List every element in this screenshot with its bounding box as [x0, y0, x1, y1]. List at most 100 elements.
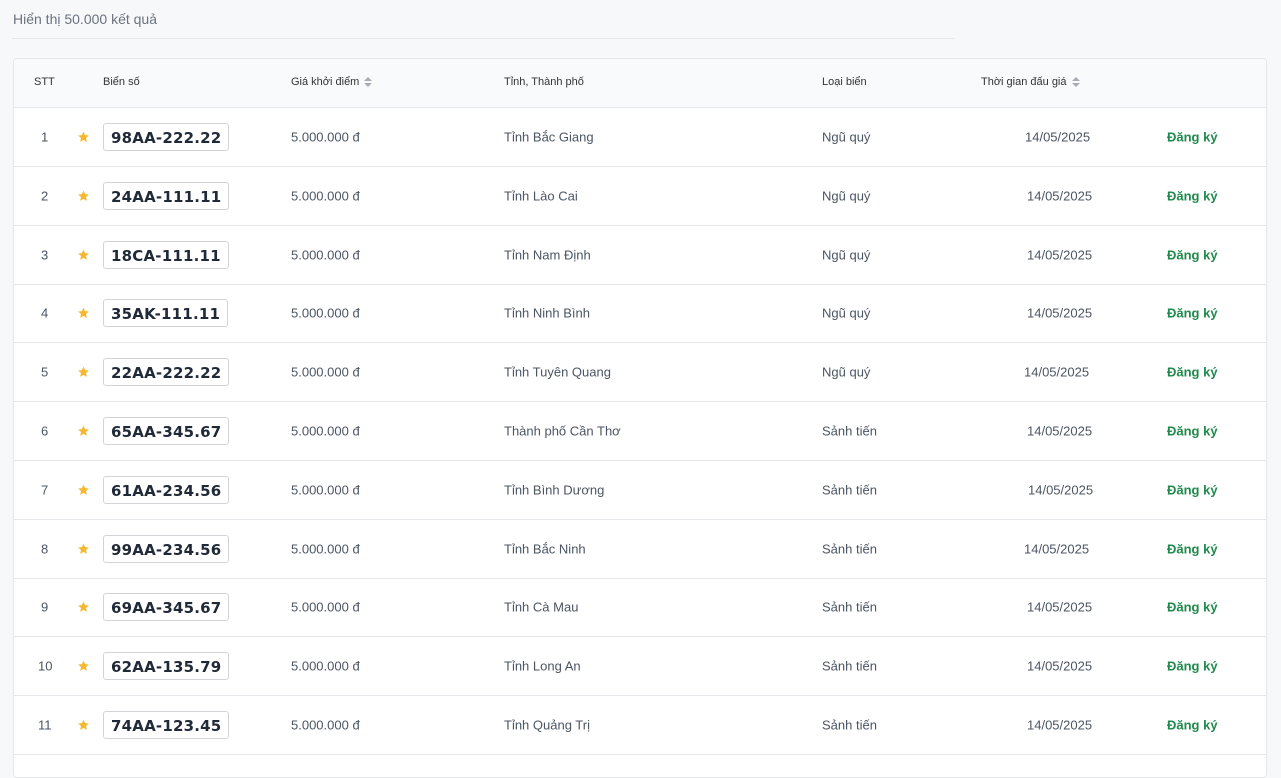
row-auction-time: 14/05/2025 — [1025, 129, 1091, 145]
row-province: Tỉnh Tuyên Quang — [504, 364, 611, 380]
row-province: Tỉnh Ninh Bình — [504, 305, 590, 321]
row-province: Thành phố Cần Thơ — [504, 423, 621, 439]
sort-icon[interactable] — [364, 77, 373, 87]
row-plate-type: Sảnh tiến — [822, 658, 877, 674]
row-plate-type: Sảnh tiến — [822, 717, 877, 733]
star-icon[interactable] — [77, 248, 90, 261]
row-stt: 4 — [41, 305, 49, 321]
row-price: 5.000.000 đ — [291, 247, 360, 263]
register-link[interactable]: Đăng ký — [1167, 365, 1218, 380]
star-icon[interactable] — [77, 601, 90, 614]
row-auction-time: 14/05/2025 — [1027, 305, 1093, 321]
row-stt: 2 — [41, 188, 49, 204]
row-plate-type: Sảnh tiến — [822, 541, 877, 557]
register-link[interactable]: Đăng ký — [1167, 600, 1218, 615]
row-auction-time: 14/05/2025 — [1027, 423, 1093, 439]
header-price-label: Giá khởi điểm — [291, 76, 360, 88]
row-province: Tỉnh Long An — [504, 658, 581, 674]
star-icon[interactable] — [77, 366, 90, 379]
star-icon[interactable] — [77, 542, 90, 555]
register-link[interactable]: Đăng ký — [1167, 424, 1218, 439]
table-row: 9 69AA-345.67 5.000.000 đ Tỉnh Cà Mau Sảnh t… — [14, 578, 1266, 638]
table-row: 10 62AA-135.79 5.000.000 đ Tỉnh Long An Sảnh… — [14, 637, 1266, 697]
register-link[interactable]: Đăng ký — [1167, 306, 1218, 321]
sort-icon[interactable] — [1071, 77, 1080, 87]
table-header: STT Biển số Giá khởi điểm Tỉnh, Thành ph… — [14, 59, 1266, 108]
table-row: 3 18CA-111.11 5.000.000 đ Tỉnh Nam Định Ngũ … — [14, 226, 1266, 285]
register-link[interactable]: Đăng ký — [1167, 247, 1218, 262]
register-link[interactable]: Đăng ký — [1167, 188, 1218, 203]
license-plate: 69AA-345.67 — [103, 593, 230, 622]
row-auction-time: 14/05/2025 — [1027, 188, 1093, 204]
row-auction-time: 14/05/2025 — [1027, 717, 1093, 733]
register-link[interactable]: Đăng ký — [1167, 659, 1218, 674]
table-row: 8 99AA-234.56 5.000.000 đ Tỉnh Bắc Ninh Sảnh… — [14, 520, 1266, 579]
row-price: 5.000.000 đ — [291, 423, 360, 439]
row-plate-type: Sảnh tiến — [822, 423, 877, 439]
result-summary-bar: Hiển thị 50.000 kết quả — [12, 0, 954, 39]
table-row: 6 65AA-345.67 5.000.000 đ Thành phố Cần Thơ… — [14, 402, 1266, 461]
license-plate: 65AA-345.67 — [103, 417, 230, 445]
row-plate-type: Ngũ quý — [822, 364, 871, 380]
row-stt: 8 — [41, 541, 49, 557]
header-province: Tỉnh, Thành phố — [504, 76, 584, 88]
row-province: Tỉnh Bắc Ninh — [504, 541, 586, 557]
license-plate: 22AA-222.22 — [103, 358, 230, 387]
register-link[interactable]: Đăng ký — [1167, 541, 1218, 556]
row-province: Tỉnh Lào Cai — [504, 188, 578, 204]
row-auction-time: 14/05/2025 — [1024, 541, 1090, 557]
row-stt: 9 — [41, 599, 49, 615]
row-price: 5.000.000 đ — [291, 541, 360, 557]
star-icon[interactable] — [77, 660, 90, 673]
star-icon[interactable] — [77, 483, 90, 496]
license-plate: 98AA-222.22 — [103, 123, 230, 151]
table-row: 4 35AK-111.11 5.000.000 đ Tỉnh Ninh Bình Ngũ… — [14, 284, 1266, 344]
row-price: 5.000.000 đ — [291, 305, 360, 321]
row-price: 5.000.000 đ — [291, 658, 360, 674]
row-auction-time: 14/05/2025 — [1027, 247, 1093, 263]
star-icon[interactable] — [77, 719, 90, 732]
row-stt: 7 — [41, 482, 49, 498]
row-price: 5.000.000 đ — [291, 129, 360, 145]
row-auction-time: 14/05/2025 — [1027, 658, 1093, 674]
register-link[interactable]: Đăng ký — [1167, 130, 1218, 145]
row-stt: 10 — [38, 658, 53, 674]
header-plate: Biển số — [103, 76, 140, 88]
row-price: 5.000.000 đ — [291, 482, 360, 498]
auction-table: STT Biển số Giá khởi điểm Tỉnh, Thành ph… — [13, 58, 1267, 778]
row-stt: 5 — [41, 364, 49, 380]
table-row: 2 24AA-111.11 5.000.000 đ Tỉnh Lào Cai Ngũ q… — [14, 167, 1266, 226]
header-price[interactable]: Giá khởi điểm — [291, 76, 373, 88]
license-plate: 35AK-111.11 — [103, 299, 229, 328]
star-icon[interactable] — [77, 189, 90, 202]
star-icon[interactable] — [77, 425, 90, 438]
license-plate: 61AA-234.56 — [103, 475, 230, 504]
row-auction-time: 14/05/2025 — [1028, 482, 1094, 498]
row-province: Tỉnh Nam Định — [504, 247, 591, 263]
row-stt: 6 — [41, 423, 49, 439]
table-row: 5 22AA-222.22 5.000.000 đ Tỉnh Tuyên Quang N… — [14, 343, 1266, 403]
header-stt: STT — [34, 76, 55, 88]
row-province: Tỉnh Cà Mau — [504, 599, 579, 615]
table-row: 7 61AA-234.56 5.000.000 đ Tỉnh Bình Dương Sả… — [14, 461, 1266, 520]
header-time-label: Thời gian đấu giá — [981, 76, 1067, 88]
row-plate-type: Ngũ quý — [822, 247, 871, 263]
row-province: Tỉnh Bình Dương — [504, 482, 605, 498]
row-plate-type: Sảnh tiến — [822, 599, 877, 615]
row-stt: 3 — [41, 247, 49, 263]
star-icon[interactable] — [77, 131, 90, 144]
star-icon[interactable] — [77, 307, 90, 320]
table-row: 1 98AA-222.22 5.000.000 đ Tỉnh Bắc Giang Ngũ… — [14, 108, 1266, 167]
row-price: 5.000.000 đ — [291, 717, 360, 733]
header-time[interactable]: Thời gian đấu giá — [981, 76, 1080, 88]
result-count-text: Hiển thị 50.000 kết quả — [13, 11, 157, 27]
header-type: Loại biển — [822, 76, 867, 88]
row-plate-type: Sảnh tiến — [822, 482, 877, 498]
license-plate: 18CA-111.11 — [103, 240, 229, 269]
register-link[interactable]: Đăng ký — [1167, 718, 1218, 733]
row-plate-type: Ngũ quý — [822, 305, 871, 321]
row-province: Tỉnh Bắc Giang — [504, 129, 594, 145]
row-price: 5.000.000 đ — [291, 188, 360, 204]
register-link[interactable]: Đăng ký — [1167, 482, 1218, 497]
row-stt: 11 — [38, 717, 52, 733]
